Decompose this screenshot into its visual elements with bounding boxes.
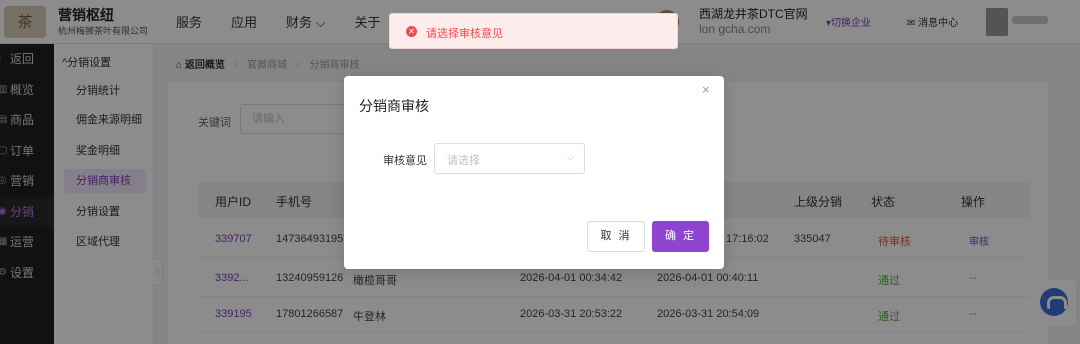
close-icon[interactable]: × <box>702 82 710 97</box>
select-placeholder: 请选择 <box>447 155 480 167</box>
toast-message: 请选择审核意见 <box>426 28 503 40</box>
review-dialog: 分销商审核 × 审核意见 请选择 ⌵ 取 消 确 定 <box>344 76 724 269</box>
dialog-title: 分销商审核 <box>359 98 429 114</box>
chevron-down-icon: ⌵ <box>567 152 574 162</box>
review-opinion-label: 审核意见 <box>383 155 427 167</box>
review-opinion-select[interactable]: 请选择 ⌵ <box>434 143 585 174</box>
cancel-button[interactable]: 取 消 <box>587 221 645 252</box>
error-icon: ✕ <box>406 26 417 37</box>
error-toast: ✕ 请选择审核意见 <box>389 13 678 49</box>
confirm-button[interactable]: 确 定 <box>652 221 709 252</box>
